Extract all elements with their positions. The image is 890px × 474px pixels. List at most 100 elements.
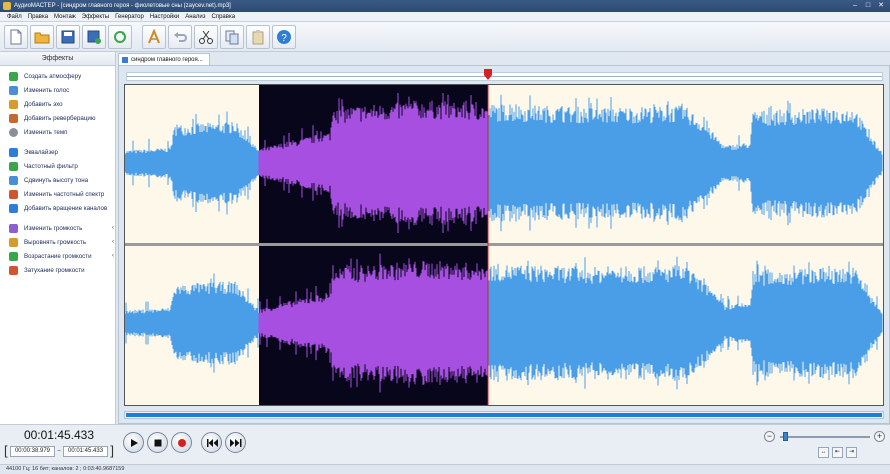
tempo-icon — [9, 127, 18, 137]
copy-button[interactable] — [220, 25, 244, 49]
undo-button[interactable] — [168, 25, 192, 49]
effect-item-tempo[interactable]: Изменить темп — [0, 126, 116, 138]
effect-item-voice[interactable]: Изменить голос — [0, 84, 116, 96]
playhead-marker[interactable] — [483, 69, 493, 81]
play-icon — [130, 438, 138, 447]
rewind-icon — [206, 438, 218, 447]
effect-item-rotation[interactable]: Добавить вращение каналов — [0, 202, 116, 214]
paste-button[interactable] — [246, 25, 270, 49]
effect-item-fade-in[interactable]: Возрастание громкости ‹ — [0, 250, 116, 262]
fade-in-icon — [9, 251, 18, 261]
menu-edit[interactable]: Правка — [25, 12, 51, 21]
stop-button[interactable] — [147, 432, 168, 453]
save-as-icon — [87, 30, 101, 44]
fast-forward-icon — [229, 438, 241, 447]
save-as-button[interactable] — [82, 25, 106, 49]
equalizer-icon — [9, 147, 18, 157]
reverb-icon — [9, 113, 18, 123]
effect-label: Добавить эхо — [24, 100, 63, 108]
menu-settings[interactable]: Настройки — [147, 12, 182, 21]
effects-panel: Эффекты Создать атмосферу Изменить голос… — [0, 52, 116, 424]
effect-label: Эквалайзер — [24, 148, 58, 156]
effect-label: Добавить вращение каналов — [24, 204, 108, 212]
refresh-button[interactable] — [108, 25, 132, 49]
effect-item-fade-out[interactable]: Затухание громкости — [0, 264, 116, 276]
play-button[interactable] — [123, 432, 144, 453]
bracket-open: [ — [4, 443, 8, 458]
undo-icon — [174, 32, 187, 42]
record-button[interactable] — [171, 432, 192, 453]
effect-label: Затухание громкости — [24, 266, 85, 274]
horizontal-scrollbar[interactable] — [124, 411, 884, 419]
zoom-fit-width-icon[interactable]: ↔ — [818, 447, 829, 458]
range-separator: – — [57, 448, 61, 454]
spectrum-icon — [9, 189, 18, 199]
range-start-field[interactable]: 00:00:38.979 — [9, 445, 56, 457]
zoom-controls: − + ↔ ⇤ ⇥ — [764, 431, 888, 461]
zoom-slider[interactable] — [780, 436, 870, 438]
menu-generator[interactable]: Генератор — [112, 12, 147, 21]
effect-item-spectrum[interactable]: Изменить частотный спектр — [0, 188, 116, 200]
rotation-icon — [9, 203, 18, 213]
pitch-icon — [9, 175, 18, 185]
close-icon[interactable]: ✕ — [876, 1, 886, 10]
effect-item-filter[interactable]: Частотный фильтр — [0, 160, 116, 172]
effect-item-normalize[interactable]: Выровнять громкость ‹ — [0, 236, 116, 248]
fast-forward-button[interactable] — [225, 432, 246, 453]
transport-panel: 00:01:45.433 [ 00:00:38.979 – 00:01:45.4… — [0, 424, 890, 464]
expand-arrow-icon[interactable]: ‹ — [112, 239, 114, 245]
rewind-button[interactable] — [201, 432, 222, 453]
expand-arrow-icon[interactable]: ‹ — [112, 253, 114, 259]
zoom-full-icon[interactable]: ⇥ — [846, 447, 857, 458]
audio-file-icon — [122, 56, 128, 63]
save-icon — [61, 30, 75, 44]
menu-effects[interactable]: Эффекты — [79, 12, 112, 21]
zoom-in-button[interactable]: + — [874, 431, 885, 442]
waveform-view[interactable] — [124, 84, 884, 406]
cut-button[interactable] — [194, 25, 218, 49]
effect-item-equalizer[interactable]: Эквалайзер — [0, 146, 116, 158]
app-icon — [3, 2, 11, 10]
maximize-icon[interactable]: □ — [863, 1, 873, 10]
zoom-out-button[interactable]: − — [764, 431, 775, 442]
scrollbar-thumb[interactable] — [126, 413, 882, 417]
range-end-field[interactable]: 00:01:45.433 — [62, 445, 109, 457]
timeline-ruler[interactable] — [126, 72, 883, 81]
channel-divider — [125, 243, 883, 246]
effect-item-volume[interactable]: Изменить громкость ‹ — [0, 222, 116, 234]
effect-label: Изменить частотный спектр — [24, 190, 105, 198]
effect-label: Частотный фильтр — [24, 162, 78, 170]
open-button[interactable] — [30, 25, 54, 49]
svg-text:?: ? — [281, 33, 287, 44]
text-icon — [148, 29, 160, 44]
effect-label: Возрастание громкости — [24, 252, 92, 260]
effect-item-atmosphere[interactable]: Создать атмосферу — [0, 70, 116, 82]
waveform-editor — [118, 65, 890, 424]
open-folder-icon — [34, 32, 50, 44]
cut-icon — [199, 30, 213, 44]
menu-montage[interactable]: Монтаж — [51, 12, 79, 21]
help-button[interactable]: ? — [272, 25, 296, 49]
save-button[interactable] — [56, 25, 80, 49]
expand-arrow-icon[interactable]: ‹ — [112, 225, 114, 231]
new-file-button[interactable] — [4, 25, 28, 49]
window-title: АудиоМАСТЕР - [синдром главного героя - … — [14, 3, 231, 9]
effect-item-echo[interactable]: Добавить эхо — [0, 98, 116, 110]
stop-icon — [154, 439, 161, 446]
effect-label: Добавить реверберацию — [24, 114, 96, 122]
tab-file[interactable]: синдром главного героя... — [118, 53, 210, 65]
toolbar: ? — [0, 22, 890, 52]
minimize-icon[interactable]: – — [850, 1, 860, 10]
effect-item-pitch[interactable]: Сдвинуть высоту тона — [0, 174, 116, 186]
menu-file[interactable]: Файл — [4, 12, 25, 21]
text-button[interactable] — [142, 25, 166, 49]
title-bar: АудиоМАСТЕР - [синдром главного героя - … — [0, 0, 890, 12]
bracket-close: ] — [110, 443, 114, 458]
effects-panel-header: Эффекты — [0, 52, 115, 66]
zoom-selection-icon[interactable]: ⇤ — [832, 447, 843, 458]
zoom-slider-thumb[interactable] — [782, 432, 788, 441]
effect-item-reverb[interactable]: Добавить реверберацию — [0, 112, 116, 124]
menu-analysis[interactable]: Анализ — [182, 12, 208, 21]
menu-help[interactable]: Справка — [209, 12, 239, 21]
copy-icon — [225, 30, 239, 45]
